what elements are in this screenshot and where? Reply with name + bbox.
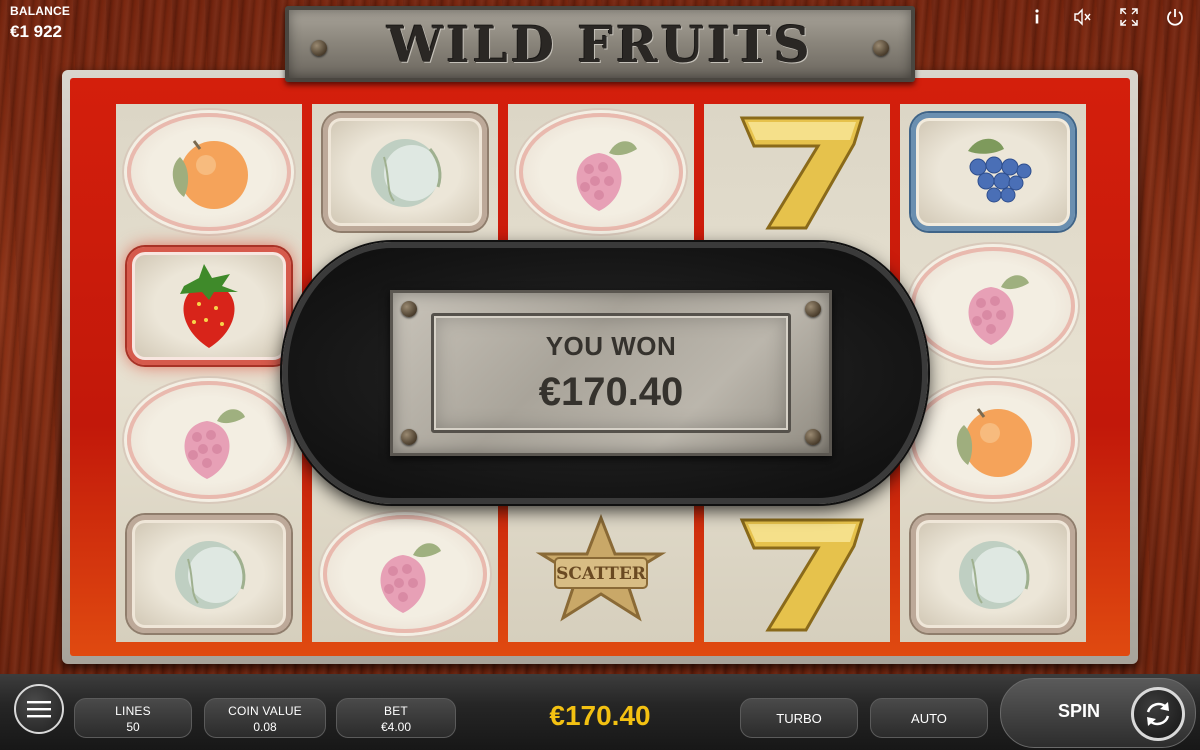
symbol-scatter: SCATTER (516, 512, 686, 636)
win-display: €170.40 (549, 700, 651, 731)
bet-selector[interactable]: BET €4.00 (336, 698, 456, 738)
refresh-icon (1146, 702, 1170, 726)
balance-value: €1 922 (10, 22, 62, 41)
win-popup: YOU WON €170.40 (282, 242, 928, 504)
fullscreen-icon[interactable] (1118, 6, 1140, 28)
reel-1 (116, 104, 302, 642)
lines-value: 50 (126, 720, 140, 734)
symbol-strawberry (124, 244, 294, 368)
balance-label: BALANCE (10, 4, 71, 18)
melon-icon (175, 541, 246, 609)
symbol-melon (124, 512, 294, 636)
symbol-grapes (908, 110, 1078, 234)
grapes-icon (968, 138, 1032, 203)
symbol-raspberry (908, 244, 1078, 368)
mute-icon[interactable] (1072, 6, 1094, 28)
spin-button[interactable] (1131, 687, 1185, 741)
win-amount: €170.40 (538, 370, 684, 414)
auto-button[interactable]: AUTO (870, 698, 988, 738)
game-title-sign: WILD FRUITS (285, 6, 915, 82)
symbol-seven (712, 512, 882, 636)
symbol-raspberry (516, 110, 686, 234)
seven-icon (739, 518, 865, 632)
symbol-raspberry (124, 378, 294, 502)
top-toolbar (1026, 6, 1186, 28)
raspberry-icon (968, 275, 1029, 345)
symbol-orange (124, 110, 294, 234)
raspberry-icon (184, 409, 245, 479)
rivet-icon (873, 40, 889, 56)
spin-panel: SPIN (1000, 678, 1196, 748)
win-plate-inner: YOU WON €170.40 (431, 313, 791, 433)
menu-button[interactable] (14, 684, 64, 734)
bet-label: BET (384, 704, 408, 718)
coin-value-label: COIN VALUE (228, 704, 302, 718)
win-title: YOU WON (545, 331, 677, 361)
rivet-icon (805, 429, 821, 445)
lines-selector[interactable]: LINES 50 (74, 698, 192, 738)
seven-icon (739, 116, 865, 230)
rivet-icon (401, 429, 417, 445)
coin-value-selector[interactable]: COIN VALUE 0.08 (204, 698, 326, 738)
hamburger-icon (27, 701, 51, 718)
rivet-icon (401, 301, 417, 317)
win-plate: YOU WON €170.40 (390, 290, 832, 456)
lines-label: LINES (115, 704, 151, 718)
balance-display: BALANCE €1 922 (10, 4, 70, 42)
symbol-raspberry (320, 512, 490, 636)
rivet-icon (805, 301, 821, 317)
power-icon[interactable] (1164, 6, 1186, 28)
orange-icon (172, 140, 248, 209)
symbol-melon (908, 512, 1078, 636)
symbol-orange (908, 378, 1078, 502)
bet-value: €4.00 (380, 720, 412, 734)
coin-value-value: 0.08 (253, 720, 277, 734)
control-bar: LINES 50 COIN VALUE 0.08 BET €4.00 €170.… (0, 674, 1200, 750)
strawberry-icon (180, 264, 238, 348)
spin-label: SPIN (1058, 701, 1101, 721)
rivet-icon (311, 40, 327, 56)
raspberry-icon (576, 141, 637, 211)
orange-icon (956, 408, 1032, 477)
symbol-seven (712, 110, 882, 234)
turbo-button[interactable]: TURBO (740, 698, 858, 738)
info-icon[interactable] (1026, 6, 1048, 28)
melon-icon (959, 541, 1030, 609)
scatter-label: SCATTER (556, 564, 646, 584)
melon-icon (371, 139, 442, 207)
raspberry-icon (380, 543, 441, 613)
symbol-melon (320, 110, 490, 234)
game-title: WILD FRUITS (387, 14, 813, 74)
